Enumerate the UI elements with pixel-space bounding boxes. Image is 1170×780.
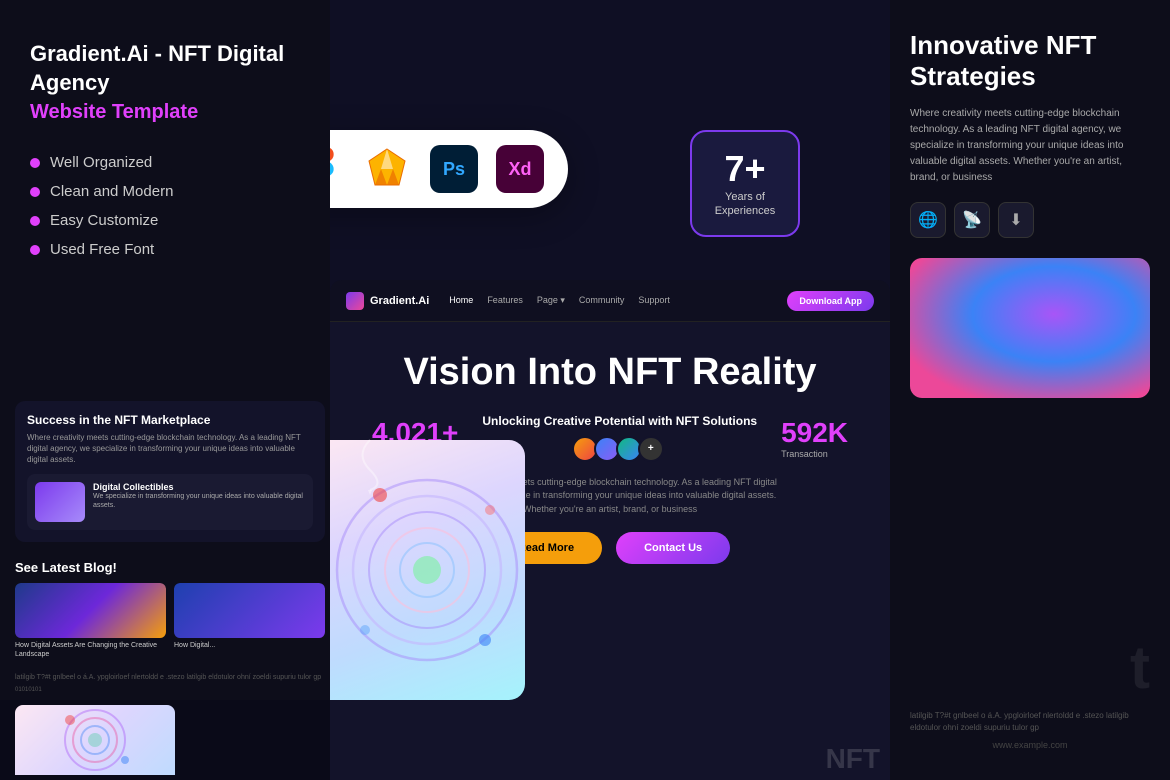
www-label: www.example.com	[910, 740, 1150, 750]
nav-link-features[interactable]: Features	[487, 295, 523, 306]
blog-thumb-img-2	[174, 583, 325, 638]
bottom-strip	[0, 700, 340, 780]
bullet-icon	[30, 158, 40, 168]
hero-subtitle: Unlocking Creative Potential with NFT So…	[482, 414, 757, 428]
feature-item-4: Used Free Font	[30, 241, 310, 258]
preview-nav-links: Home Features Page ▾ Community Support	[449, 295, 767, 306]
preview-navbar: Gradient.Ai Home Features Page ▾ Communi…	[330, 280, 890, 322]
digital-collectibles-card: Digital Collectibles We specialize in tr…	[27, 474, 313, 530]
spiral-preview-small	[15, 705, 175, 775]
brand-subtitle: Website Template	[30, 101, 310, 124]
figma-icon	[330, 144, 344, 194]
transaction-label: Transaction	[781, 449, 848, 459]
right-icons-row: 🌐 📡 ⬇	[910, 202, 1150, 238]
blog-thumb-2: How Digital...	[174, 583, 325, 659]
left-bottom-section: Success in the NFT Marketplace Where cre…	[0, 401, 340, 780]
right-info-panel: Innovative NFT Strategies Where creativi…	[890, 0, 1170, 780]
blog-thumb-1: How Digital Assets Are Changing the Crea…	[15, 583, 166, 659]
xd-icon: Xd	[496, 145, 544, 193]
years-badge: 7+ Years of Experiences	[690, 130, 800, 237]
digital-collectibles-desc: We specialize in transforming your uniqu…	[93, 492, 305, 510]
feature-item-3: Easy Customize	[30, 212, 310, 229]
avatar-plus: +	[638, 436, 664, 462]
innovative-heading: Innovative NFT Strategies	[910, 30, 1150, 92]
nav-link-page[interactable]: Page ▾	[537, 295, 565, 306]
bullet-icon	[30, 216, 40, 226]
preview-logo-icon	[346, 292, 364, 310]
nav-link-home[interactable]: Home	[449, 295, 473, 306]
years-number: 7+	[712, 148, 778, 190]
blog-thumb-caption-2: How Digital...	[174, 641, 325, 650]
bullet-icon	[30, 187, 40, 197]
left-panel: Gradient.Ai - NFT Digital Agency Website…	[0, 0, 340, 780]
see-latest-blog-label: See Latest Blog!	[0, 552, 340, 583]
left-squiggle	[350, 435, 390, 500]
tools-strip: Ps Xd	[330, 130, 568, 208]
sketch-icon	[362, 144, 412, 194]
preview-hero-title: Vision Into NFT Reality	[360, 352, 860, 394]
right-preview-image	[910, 258, 1150, 398]
bullet-icon	[30, 245, 40, 255]
decorative-char: t	[910, 633, 1150, 702]
spiral-svg	[15, 705, 175, 775]
contact-button[interactable]: Contact Us	[616, 532, 730, 564]
rss-icon-btn[interactable]: 📡	[954, 202, 990, 238]
photoshop-icon: Ps	[430, 145, 478, 193]
brand-title: Gradient.Ai - NFT Digital Agency	[30, 40, 310, 97]
blog-thumbnails: How Digital Assets Are Changing the Crea…	[0, 583, 340, 659]
digital-collectibles-label: Digital Collectibles	[93, 482, 305, 492]
nft-success-card: Success in the NFT Marketplace Where cre…	[15, 401, 325, 542]
preview-blob	[910, 258, 1150, 398]
years-label: Years of Experiences	[712, 190, 778, 219]
nav-link-support[interactable]: Support	[638, 295, 670, 306]
feature-item-2: Clean and Modern	[30, 183, 310, 200]
preview-download-button[interactable]: Download App	[787, 291, 874, 311]
main-preview: Ps Xd 7+ Years of Experiences Gradient.A…	[330, 0, 890, 780]
blog-thumb-img-1	[15, 583, 166, 638]
nft-success-title: Success in the NFT Marketplace	[27, 413, 313, 427]
nft-watermark: NFT	[826, 743, 880, 775]
right-bottom-lorem: latilgib T?#t gnlbeel o á.A. ypgloirloef…	[910, 710, 1150, 734]
dc-thumbnail	[35, 482, 85, 522]
preview-logo: Gradient.Ai	[346, 292, 429, 310]
nft-success-desc: Where creativity meets cutting-edge bloc…	[27, 432, 313, 466]
blog-thumb-caption-1: How Digital Assets Are Changing the Crea…	[15, 641, 166, 659]
preview-stat-transactions: 592K Transaction	[781, 417, 848, 459]
feature-item-1: Well Organized	[30, 154, 310, 171]
globe-icon-btn[interactable]: 🌐	[910, 202, 946, 238]
transaction-number: 592K	[781, 417, 848, 449]
nav-link-community[interactable]: Community	[579, 295, 625, 306]
lorem-text: latilgib T?#t gnlbeel o á.A. ypgloirloef…	[0, 667, 340, 700]
feature-list: Well Organized Clean and Modern Easy Cus…	[30, 154, 310, 258]
innovative-desc: Where creativity meets cutting-edge bloc…	[910, 106, 1150, 186]
download-icon-btn[interactable]: ⬇	[998, 202, 1034, 238]
